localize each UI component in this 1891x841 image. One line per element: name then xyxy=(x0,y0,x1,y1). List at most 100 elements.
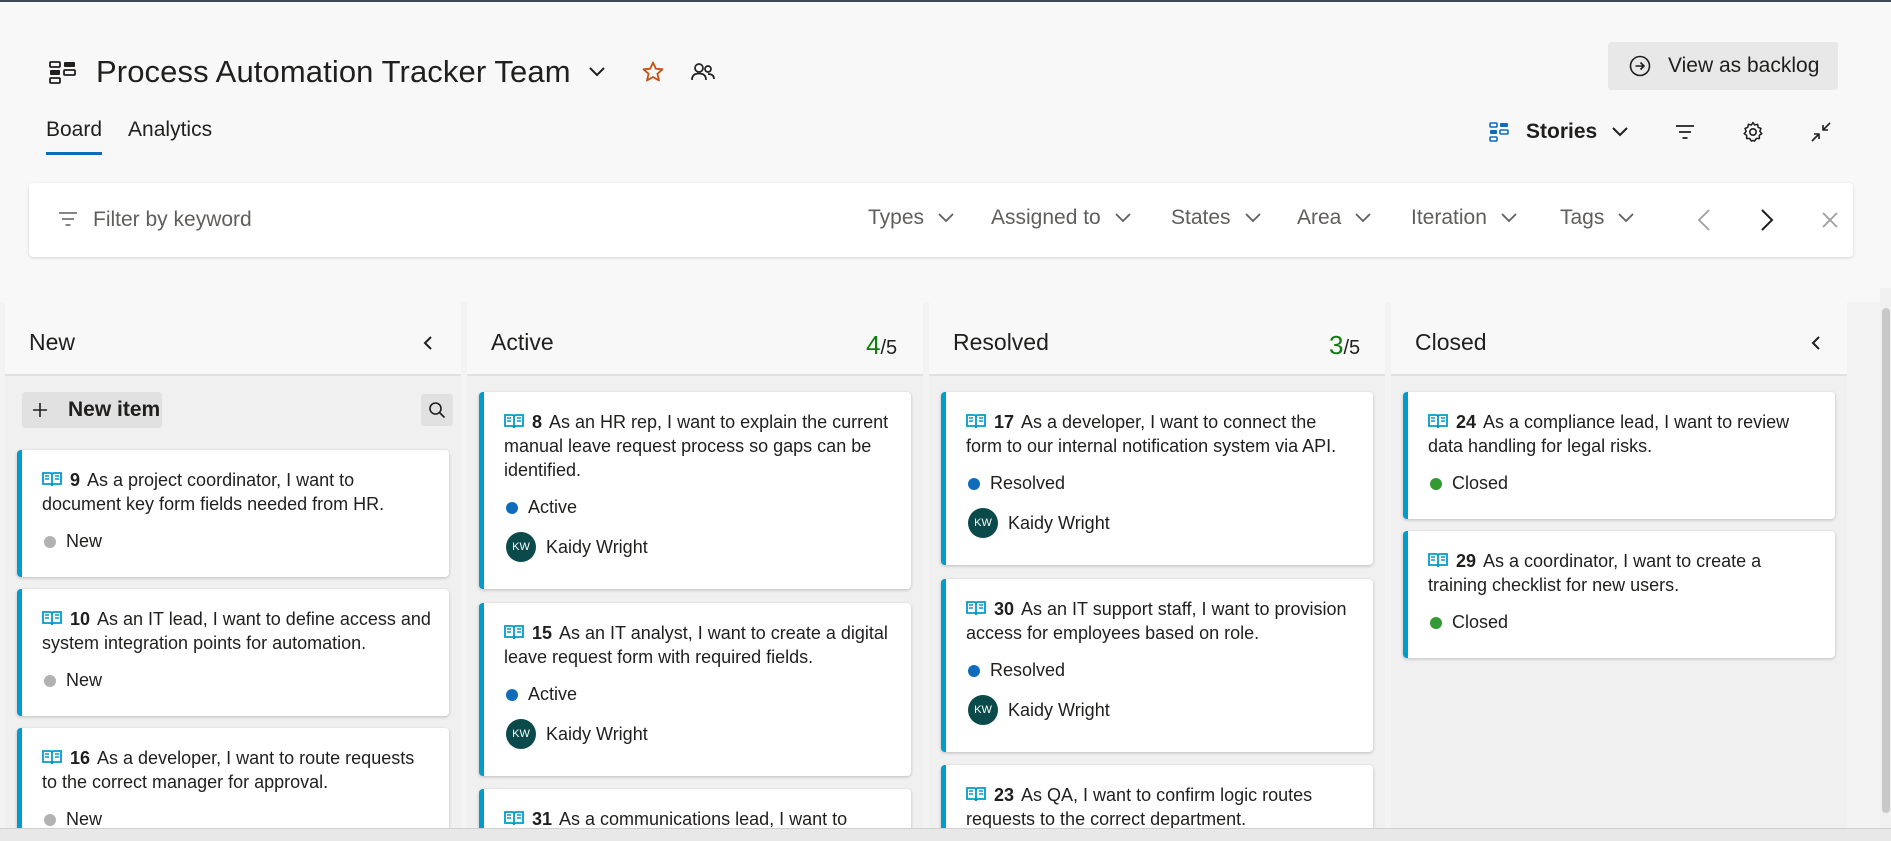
state-dot xyxy=(506,688,518,701)
state-dot xyxy=(1430,477,1442,490)
tab-analytics[interactable]: Analytics xyxy=(128,118,212,155)
avatar: KW xyxy=(506,719,536,749)
card-title: 15 As an IT analyst, I want to create a d… xyxy=(504,621,893,669)
title-row: Process Automation Tracker Team xyxy=(48,50,717,94)
card-title: 10 As an IT lead, I want to define access… xyxy=(42,607,431,655)
scrollbar-thumb[interactable] xyxy=(1882,308,1890,813)
work-item-card[interactable]: 24 As a compliance lead, I want to review… xyxy=(1403,392,1835,519)
next-chevron-right-icon[interactable] xyxy=(1752,205,1782,235)
state-label: New xyxy=(66,670,103,690)
chevron-down-icon xyxy=(1609,121,1631,143)
work-item-card[interactable]: 30 As an IT support staff, I want to prov… xyxy=(941,579,1373,752)
state-dot xyxy=(44,813,56,826)
state-dot xyxy=(968,477,980,490)
previous-chevron-left-icon[interactable] xyxy=(1689,205,1719,235)
work-item-card[interactable]: 17 As a developer, I want to connect the … xyxy=(941,392,1373,565)
card-state: Active xyxy=(506,684,577,705)
search-icon[interactable] xyxy=(421,394,453,426)
user-story-book-icon xyxy=(1428,553,1448,568)
user-story-book-icon xyxy=(504,414,524,429)
state-label: New xyxy=(66,531,103,551)
board-scrollbar[interactable] xyxy=(1880,288,1891,828)
filter-icon[interactable] xyxy=(1671,118,1699,146)
board-toolbar: Stories xyxy=(1488,116,1835,148)
column-body: New item 9 As a project coordinator, I wa… xyxy=(5,378,461,841)
assignee-name: Kaidy Wright xyxy=(546,536,648,557)
user-story-book-icon xyxy=(42,611,62,626)
work-item-card[interactable]: 9 As a project coordinator, I want to doc… xyxy=(17,450,449,577)
view-as-backlog-label: View as backlog xyxy=(1668,54,1820,77)
keyword-filter-input[interactable] xyxy=(93,203,693,237)
work-item-card[interactable]: 29 As a coordinator, I want to create a t… xyxy=(1403,531,1835,658)
card-assignee[interactable]: KW Kaidy Wright xyxy=(968,508,1110,538)
user-story-book-icon xyxy=(966,601,986,616)
team-switcher-chevron-down-icon[interactable] xyxy=(585,60,609,84)
card-text: As a developer, I want to connect the fo… xyxy=(966,412,1337,456)
user-story-book-icon xyxy=(504,625,524,640)
bottom-taskbar-edge xyxy=(0,828,1891,841)
chevron-down-icon xyxy=(1616,208,1636,228)
column-body: 24 As a compliance lead, I want to review… xyxy=(1391,378,1847,841)
card-title: 30 As an IT support staff, I want to prov… xyxy=(966,597,1355,645)
card-assignee[interactable]: KW Kaidy Wright xyxy=(506,532,648,562)
card-id: 16 xyxy=(70,748,91,768)
work-item-card[interactable]: 15 As an IT analyst, I want to create a d… xyxy=(479,603,911,776)
iteration-dropdown[interactable]: Iteration xyxy=(1411,206,1519,230)
new-item-button[interactable]: New item xyxy=(22,392,162,428)
column-title: New xyxy=(29,329,76,355)
page-tabs: Board Analytics xyxy=(46,118,238,155)
gear-icon[interactable] xyxy=(1739,118,1767,146)
card-state: Resolved xyxy=(968,660,1065,681)
states-dropdown-label: States xyxy=(1171,206,1231,229)
card-id: 15 xyxy=(532,623,553,643)
tab-board[interactable]: Board xyxy=(46,118,103,155)
stories-board-icon xyxy=(1488,121,1510,143)
state-dot xyxy=(968,664,980,677)
team-members-icon[interactable] xyxy=(689,58,717,86)
user-story-book-icon xyxy=(42,750,62,765)
card-assignee[interactable]: KW Kaidy Wright xyxy=(506,719,648,749)
column-closed: Closed 24 As a compliance lead, I want to… xyxy=(1391,302,1847,841)
card-id: 24 xyxy=(1456,412,1477,432)
user-story-book-icon xyxy=(504,811,524,826)
work-item-card[interactable]: 16 As a developer, I want to route reques… xyxy=(17,728,449,841)
column-body: 8 As an HR rep, I want to explain the cur… xyxy=(467,378,923,841)
wip-limit: /5 xyxy=(880,337,898,359)
column-active: Active 4/5 8 As an HR rep, I want to expl… xyxy=(467,302,923,841)
card-text: As a communications lead, I want to xyxy=(559,809,848,829)
card-state: Resolved xyxy=(968,473,1065,494)
types-dropdown[interactable]: Types xyxy=(868,206,956,230)
collapse-fullscreen-icon[interactable] xyxy=(1807,118,1835,146)
card-title: 23 As QA, I want to confirm logic routes … xyxy=(966,783,1355,831)
tags-dropdown[interactable]: Tags xyxy=(1560,206,1636,230)
card-state: New xyxy=(44,531,102,552)
page-title: Process Automation Tracker Team xyxy=(96,54,571,89)
work-item-card[interactable]: 8 As an HR rep, I want to explain the cur… xyxy=(479,392,911,589)
assigned-to-dropdown[interactable]: Assigned to xyxy=(991,206,1133,230)
assignee-name: Kaidy Wright xyxy=(1008,699,1110,720)
chevron-down-icon xyxy=(1243,208,1263,228)
state-dot xyxy=(1430,616,1442,629)
states-dropdown[interactable]: States xyxy=(1171,206,1263,230)
chevron-down-icon xyxy=(1353,208,1373,228)
assigned-to-dropdown-label: Assigned to xyxy=(991,206,1101,229)
backlog-level-selector[interactable]: Stories xyxy=(1488,120,1631,144)
view-as-backlog-button[interactable]: View as backlog xyxy=(1608,42,1838,90)
card-title: 8 As an HR rep, I want to explain the cur… xyxy=(504,410,893,482)
collapse-column-chevron-left-icon[interactable] xyxy=(418,333,438,353)
chevron-down-icon xyxy=(1499,208,1519,228)
wip-limit: /5 xyxy=(1343,337,1361,359)
card-assignee[interactable]: KW Kaidy Wright xyxy=(968,695,1110,725)
collapse-column-chevron-left-icon[interactable] xyxy=(1806,333,1826,353)
area-dropdown[interactable]: Area xyxy=(1297,206,1373,230)
column-title: Resolved xyxy=(953,329,1049,355)
work-item-card[interactable]: 10 As an IT lead, I want to define access… xyxy=(17,589,449,716)
column-header: Closed xyxy=(1391,302,1847,376)
user-story-book-icon xyxy=(1428,414,1448,429)
card-id: 29 xyxy=(1456,551,1477,571)
favorite-star-icon[interactable] xyxy=(639,58,667,86)
card-title: 9 As a project coordinator, I want to doc… xyxy=(42,468,431,516)
close-icon[interactable] xyxy=(1815,205,1845,235)
column-resolved: Resolved 3/5 17 As a developer, I want to… xyxy=(929,302,1385,841)
assignee-name: Kaidy Wright xyxy=(546,723,648,744)
